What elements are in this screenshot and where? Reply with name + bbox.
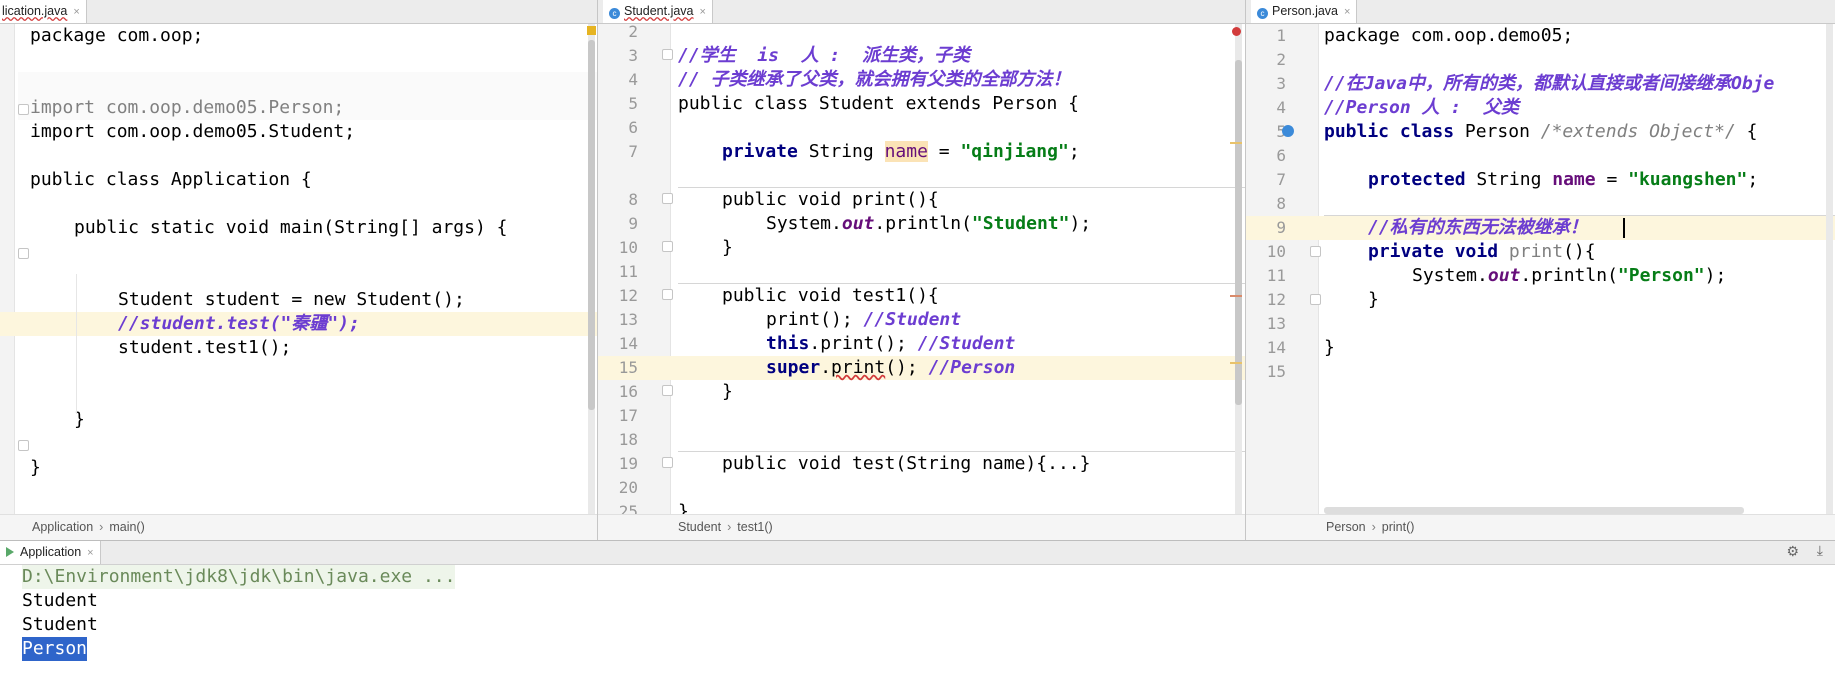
fold-icon[interactable] (18, 104, 29, 115)
fold-icon[interactable] (1310, 246, 1321, 257)
editor-person[interactable]: c Person.java × 1 package com.oop.demo05; 2… (1246, 0, 1835, 540)
code-area[interactable]: 2 3//学生 is 人 : 派生类，子类 4// 子类继承了父类，就会拥有父类… (598, 22, 1245, 522)
breadcrumb: Student › test1() (598, 514, 1245, 540)
editor-tabbar: lication.java × (0, 0, 597, 24)
editor-tabbar: c Person.java × (1246, 0, 1835, 24)
hide-icon[interactable]: ⤓ (1817, 542, 1823, 559)
code-area[interactable]: 1 package com.oop.demo05; 2 3//在Java中，所有的… (1246, 24, 1835, 514)
warning-marker[interactable] (587, 26, 596, 35)
editor-student[interactable]: c Student.java × 2 3//学生 is 人 : 派生类，子类 4//… (598, 0, 1245, 540)
scrollbar[interactable] (1826, 24, 1833, 514)
text-cursor (1623, 218, 1625, 238)
console-tabbar: Application × ⚙ ⤓ (0, 541, 1835, 565)
close-icon[interactable]: × (73, 6, 79, 18)
breadcrumb: Application › main() (0, 514, 597, 540)
editor-application[interactable]: lication.java × package com.oop; import c… (0, 0, 597, 540)
scrollbar-thumb[interactable] (1235, 60, 1242, 405)
current-line: //student.test("秦疆"); (0, 312, 597, 336)
code-area[interactable]: package com.oop; import com.oop.demo05.P… (0, 24, 597, 514)
fold-icon[interactable] (1310, 294, 1321, 305)
code-line: public static void main(String[] args) { (74, 217, 508, 238)
code-line: } (30, 457, 41, 478)
horizontal-scrollbar[interactable] (1324, 507, 1744, 514)
fold-icon[interactable] (18, 440, 29, 451)
current-line: 9//私有的东西无法被继承！ (1246, 216, 1835, 240)
fold-icon[interactable] (662, 193, 673, 204)
marker[interactable] (1230, 142, 1242, 144)
fold-icon[interactable] (662, 289, 673, 300)
fold-icon[interactable] (662, 385, 673, 396)
tab-person-java[interactable]: c Person.java × (1251, 0, 1358, 23)
code-line: Student student = new Student(); (118, 289, 465, 310)
fold-icon[interactable] (18, 248, 29, 259)
console-output-line: Student (22, 590, 98, 611)
console-output-line: Student (22, 614, 98, 635)
fold-icon[interactable] (662, 457, 673, 468)
close-icon[interactable]: × (87, 547, 93, 559)
marker[interactable] (1230, 362, 1242, 364)
close-icon[interactable]: × (1344, 6, 1350, 18)
console-output-line-selected[interactable]: Person (22, 637, 88, 661)
breadcrumb: Person › print() (1246, 514, 1835, 540)
console-command-line: D:\Environment\jdk8\jdk\bin\java.exe ... (22, 565, 456, 589)
tab-application-java[interactable]: lication.java × (0, 0, 87, 23)
code-line: import com.oop.demo05.Student; (30, 121, 356, 142)
code-line: import com.oop.demo05.Person; (30, 97, 345, 118)
code-line: public class Application { (30, 169, 312, 190)
fold-icon[interactable] (662, 49, 673, 60)
code-line: } (74, 409, 85, 430)
code-line: student.test1(); (118, 337, 292, 358)
run-icon (6, 547, 14, 557)
run-console[interactable]: Application × ⚙ ⤓ D:\Environment\jdk8\jdk… (0, 540, 1835, 684)
override-icon[interactable] (1282, 125, 1294, 137)
scrollbar-thumb[interactable] (588, 40, 595, 410)
gear-icon[interactable]: ⚙ (1786, 543, 1799, 560)
error-icon[interactable] (1232, 27, 1241, 36)
class-icon: c (609, 8, 620, 19)
code-line: package com.oop; (30, 25, 204, 46)
tab-run-application[interactable]: Application × (0, 541, 101, 564)
close-icon[interactable]: × (700, 6, 706, 18)
current-line: 15 super.print(); //Person (598, 356, 1245, 380)
marker[interactable] (1230, 295, 1242, 297)
fold-icon[interactable] (662, 241, 673, 252)
class-icon: c (1257, 8, 1268, 19)
